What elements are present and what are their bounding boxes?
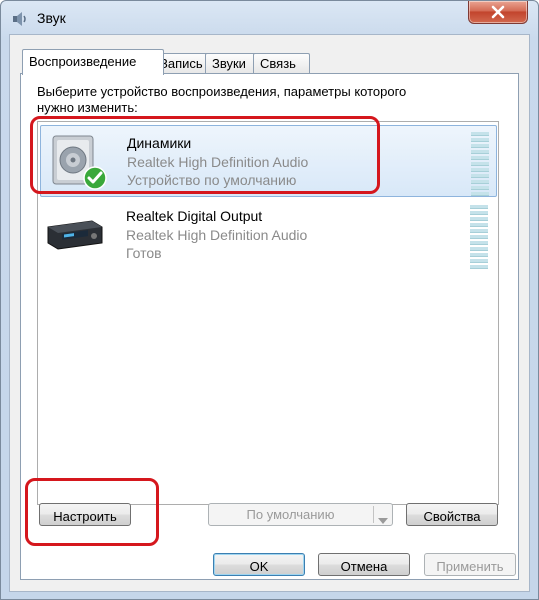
annotation-highlight-speakers <box>30 116 380 194</box>
split-separator <box>373 506 374 523</box>
cancel-button[interactable]: Отмена <box>318 553 410 576</box>
annotation-highlight-configure <box>25 478 159 546</box>
instruction-line-2: нужно изменить: <box>37 100 138 115</box>
set-default-label: По умолчанию <box>246 507 335 522</box>
device-name: Realtek Digital Output <box>126 208 263 224</box>
close-icon <box>491 5 505 19</box>
tab-communications[interactable]: Связь <box>253 53 310 74</box>
set-default-split-button[interactable]: По умолчанию <box>208 503 393 526</box>
instruction-text: Выберите устройство воспроизведения, пар… <box>37 84 497 116</box>
tab-playback[interactable]: Воспроизведение <box>22 49 164 75</box>
properties-button[interactable]: Свойства <box>406 503 498 526</box>
speaker-app-icon <box>11 10 29 28</box>
title-bar[interactable]: Звук <box>1 1 538 35</box>
device-status: Готов <box>126 245 162 261</box>
chevron-down-icon[interactable] <box>378 512 388 527</box>
apply-button[interactable]: Применить <box>424 553 516 576</box>
device-item-digital-output[interactable]: Realtek Digital Output Realtek High Defi… <box>40 199 495 269</box>
close-button[interactable] <box>468 1 528 24</box>
window-title: Звук <box>37 10 66 26</box>
device-driver: Realtek High Definition Audio <box>126 227 308 243</box>
volume-level-meter <box>470 205 488 269</box>
instruction-line-1: Выберите устройство воспроизведения, пар… <box>37 84 407 99</box>
volume-level-meter <box>471 132 489 196</box>
ok-button[interactable]: OK <box>213 553 305 576</box>
digital-output-receiver-icon <box>46 205 104 263</box>
